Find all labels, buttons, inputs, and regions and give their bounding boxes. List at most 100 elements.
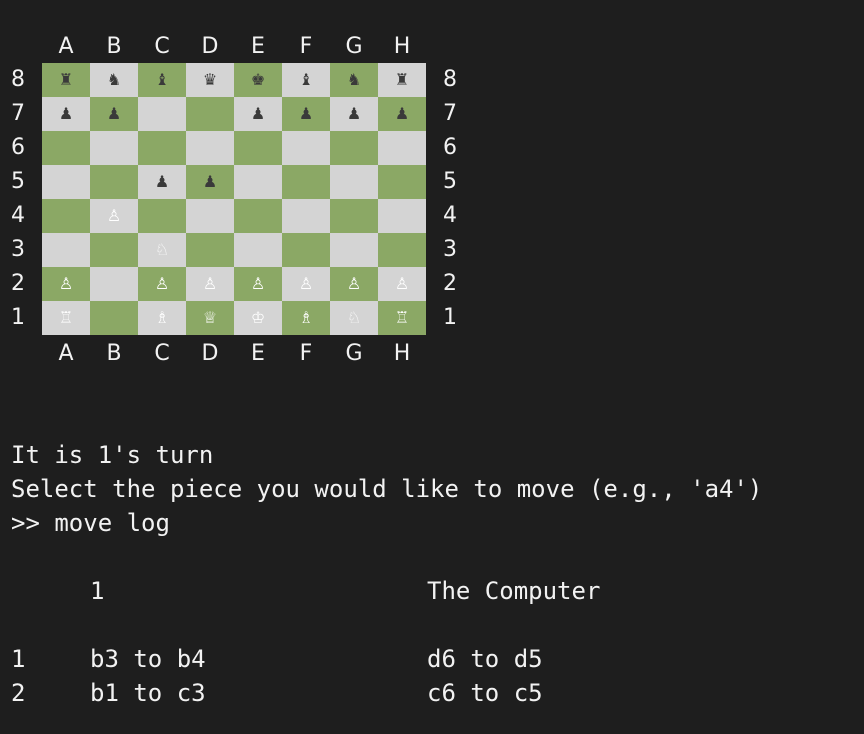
square-b6[interactable]	[90, 131, 138, 165]
square-c3[interactable]: ♘	[138, 233, 186, 267]
file-label: A	[58, 34, 74, 59]
square-g4[interactable]	[330, 199, 378, 233]
rank-label: 3	[11, 237, 25, 262]
square-g8[interactable]: ♞	[330, 63, 378, 97]
file-label: C	[154, 34, 170, 59]
square-e7[interactable]: ♟	[234, 97, 282, 131]
file-label: F	[299, 34, 313, 59]
rank-label: 7	[11, 101, 25, 126]
move-prompt: Select the piece you would like to move …	[11, 475, 763, 503]
square-h7[interactable]: ♟	[378, 97, 426, 131]
rank-label: 5	[443, 169, 457, 194]
rank-label: 4	[443, 203, 457, 228]
file-label: C	[154, 341, 170, 366]
square-b5[interactable]	[90, 165, 138, 199]
rank-label: 2	[11, 271, 25, 296]
square-d8[interactable]: ♛	[186, 63, 234, 97]
square-c2[interactable]: ♙	[138, 267, 186, 301]
square-h3[interactable]	[378, 233, 426, 267]
file-labels-bottom: A B C D E F G H	[42, 343, 426, 365]
square-e4[interactable]	[234, 199, 282, 233]
square-f1[interactable]: ♗	[282, 301, 330, 335]
rank-label: 3	[443, 237, 457, 262]
square-e6[interactable]	[234, 131, 282, 165]
square-h2[interactable]: ♙	[378, 267, 426, 301]
square-a3[interactable]	[42, 233, 90, 267]
square-c7[interactable]	[138, 97, 186, 131]
square-b2[interactable]	[90, 267, 138, 301]
square-b3[interactable]	[90, 233, 138, 267]
file-label: H	[393, 341, 411, 366]
square-h4[interactable]	[378, 199, 426, 233]
log-header-player1: 1	[90, 577, 105, 605]
square-d2[interactable]: ♙	[186, 267, 234, 301]
rank-label: 2	[443, 271, 457, 296]
rank-labels-left: 8 7 6 5 4 3 2 1	[8, 63, 28, 335]
square-f5[interactable]	[282, 165, 330, 199]
square-f4[interactable]	[282, 199, 330, 233]
square-c4[interactable]	[138, 199, 186, 233]
square-e3[interactable]	[234, 233, 282, 267]
square-b7[interactable]: ♟	[90, 97, 138, 131]
rank-labels-right: 8 7 6 5 4 3 2 1	[440, 63, 460, 335]
file-label: D	[201, 34, 219, 59]
square-c1[interactable]: ♗	[138, 301, 186, 335]
square-a6[interactable]	[42, 131, 90, 165]
turn-status: It is 1's turn	[11, 441, 214, 469]
square-f6[interactable]	[282, 131, 330, 165]
square-a4[interactable]	[42, 199, 90, 233]
square-a2[interactable]: ♙	[42, 267, 90, 301]
square-g5[interactable]	[330, 165, 378, 199]
rank-label: 8	[11, 67, 25, 92]
chess-board[interactable]: ♜ ♞ ♝ ♛ ♚ ♝ ♞ ♜ ♟ ♟ ♟ ♟ ♟ ♟ ♟ ♟ ♙ ♘ ♙ ♙ ♙ ♙ ♙ ♙ ♙ ♖ ♗ ♕ ♔ ♗ ♘ ♖	[42, 63, 426, 335]
square-h1[interactable]: ♖	[378, 301, 426, 335]
rank-label: 6	[443, 135, 457, 160]
square-a8[interactable]: ♜	[42, 63, 90, 97]
square-a5[interactable]	[42, 165, 90, 199]
log-header-player2: The Computer	[427, 577, 601, 605]
square-g7[interactable]: ♟	[330, 97, 378, 131]
square-h8[interactable]: ♜	[378, 63, 426, 97]
square-d7[interactable]	[186, 97, 234, 131]
command-line[interactable]: >> move log	[11, 506, 170, 540]
square-e2[interactable]: ♙	[234, 267, 282, 301]
square-d4[interactable]	[186, 199, 234, 233]
square-a7[interactable]: ♟	[42, 97, 90, 131]
log-move-number: 1	[11, 645, 26, 673]
square-d3[interactable]	[186, 233, 234, 267]
square-b8[interactable]: ♞	[90, 63, 138, 97]
square-f3[interactable]	[282, 233, 330, 267]
rank-label: 1	[11, 305, 25, 330]
square-e5[interactable]	[234, 165, 282, 199]
square-d1[interactable]: ♕	[186, 301, 234, 335]
square-h5[interactable]	[378, 165, 426, 199]
file-label: H	[393, 34, 411, 59]
square-g2[interactable]: ♙	[330, 267, 378, 301]
log-move-player1: b3 to b4	[90, 645, 206, 673]
file-labels-top: A B C D E F G H	[42, 36, 426, 58]
file-label: B	[106, 341, 122, 366]
square-a1[interactable]: ♖	[42, 301, 90, 335]
square-d6[interactable]	[186, 131, 234, 165]
square-b1[interactable]	[90, 301, 138, 335]
square-e1[interactable]: ♔	[234, 301, 282, 335]
square-c6[interactable]	[138, 131, 186, 165]
terminal-window: A B C D E F G H 8 7 6 5 4 3 2 1 ♜ ♞ ♝ ♛ ♚ ♝ ♞ ♜…	[0, 0, 864, 734]
square-c8[interactable]: ♝	[138, 63, 186, 97]
file-label: E	[251, 341, 265, 366]
square-b4[interactable]: ♙	[90, 199, 138, 233]
rank-label: 5	[11, 169, 25, 194]
square-d5[interactable]: ♟	[186, 165, 234, 199]
square-c5[interactable]: ♟	[138, 165, 186, 199]
rank-label: 1	[443, 305, 457, 330]
square-g6[interactable]	[330, 131, 378, 165]
square-f2[interactable]: ♙	[282, 267, 330, 301]
square-f7[interactable]: ♟	[282, 97, 330, 131]
square-g1[interactable]: ♘	[330, 301, 378, 335]
file-label: G	[345, 341, 363, 366]
square-g3[interactable]	[330, 233, 378, 267]
square-f8[interactable]: ♝	[282, 63, 330, 97]
rank-label: 6	[11, 135, 25, 160]
square-h6[interactable]	[378, 131, 426, 165]
square-e8[interactable]: ♚	[234, 63, 282, 97]
